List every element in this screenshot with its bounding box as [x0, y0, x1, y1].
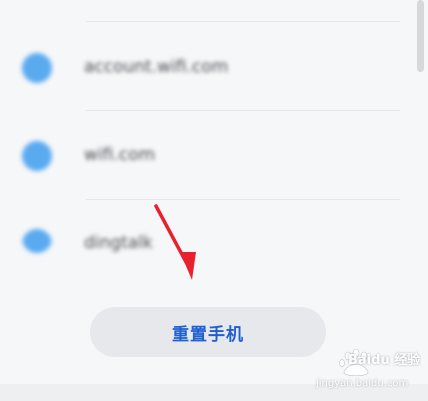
list-item-label: account.wifi.com — [84, 57, 229, 77]
watermark-label: Baidu 经验 — [348, 353, 421, 368]
globe-icon — [22, 141, 52, 171]
list-item-label: dingtalk — [84, 233, 153, 253]
list-item-label: wifi.com — [84, 145, 156, 165]
list-item[interactable]: wifi.com — [0, 119, 410, 193]
watermark-url: jingyan.baidu.com — [316, 378, 409, 389]
globe-icon — [22, 53, 52, 83]
divider — [86, 21, 400, 22]
divider — [86, 199, 400, 200]
list-item[interactable]: account.wifi.com — [0, 31, 410, 105]
divider — [86, 110, 400, 111]
list-item[interactable]: dingtalk — [0, 207, 410, 281]
settings-screen: account.wifi.com wifi.com dingtalk 重置手机 … — [0, 0, 428, 401]
red-arrow-annotation — [154, 204, 196, 280]
reset-phone-button[interactable]: 重置手机 — [90, 307, 326, 357]
scrollbar[interactable] — [417, 0, 424, 72]
dingtalk-icon — [22, 229, 52, 259]
